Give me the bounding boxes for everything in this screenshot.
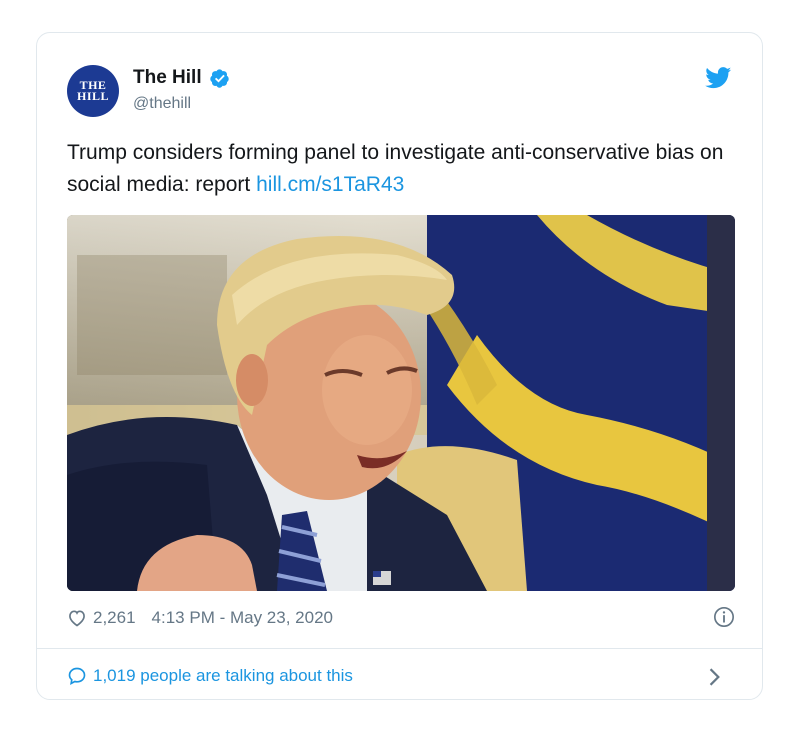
like-button[interactable]: 2,261 — [67, 608, 136, 628]
photo-illustration — [67, 215, 735, 591]
heart-icon — [69, 610, 85, 627]
twitter-bird-icon[interactable] — [705, 67, 732, 89]
speech-bubble-icon — [68, 667, 86, 686]
tweet-meta: 2,261 4:13 PM - May 23, 2020 — [67, 605, 735, 631]
info-icon[interactable] — [713, 606, 735, 628]
tweet-photo[interactable] — [67, 215, 735, 591]
conversation-text: 1,019 people are talking about this — [93, 666, 353, 685]
tweet-link[interactable]: hill.cm/s1TaR43 — [256, 173, 404, 196]
conversation-link[interactable]: 1,019 people are talking about this — [67, 663, 735, 689]
like-count: 2,261 — [93, 608, 136, 627]
avatar-text-line2: HILL — [76, 89, 109, 103]
timestamp[interactable]: 4:13 PM - May 23, 2020 — [152, 608, 333, 628]
avatar[interactable]: THE HILL — [67, 65, 119, 117]
verified-badge-icon — [209, 68, 230, 89]
divider — [37, 648, 762, 649]
embedded-tweet-card[interactable]: THE HILL The Hill @thehill Trump conside… — [36, 32, 763, 700]
author-name-row: The Hill — [133, 67, 230, 89]
handle[interactable]: @thehill — [133, 95, 191, 113]
display-name[interactable]: The Hill — [133, 67, 202, 89]
tweet-text: Trump considers forming panel to investi… — [67, 137, 747, 201]
chevron-right-icon[interactable] — [705, 667, 725, 687]
